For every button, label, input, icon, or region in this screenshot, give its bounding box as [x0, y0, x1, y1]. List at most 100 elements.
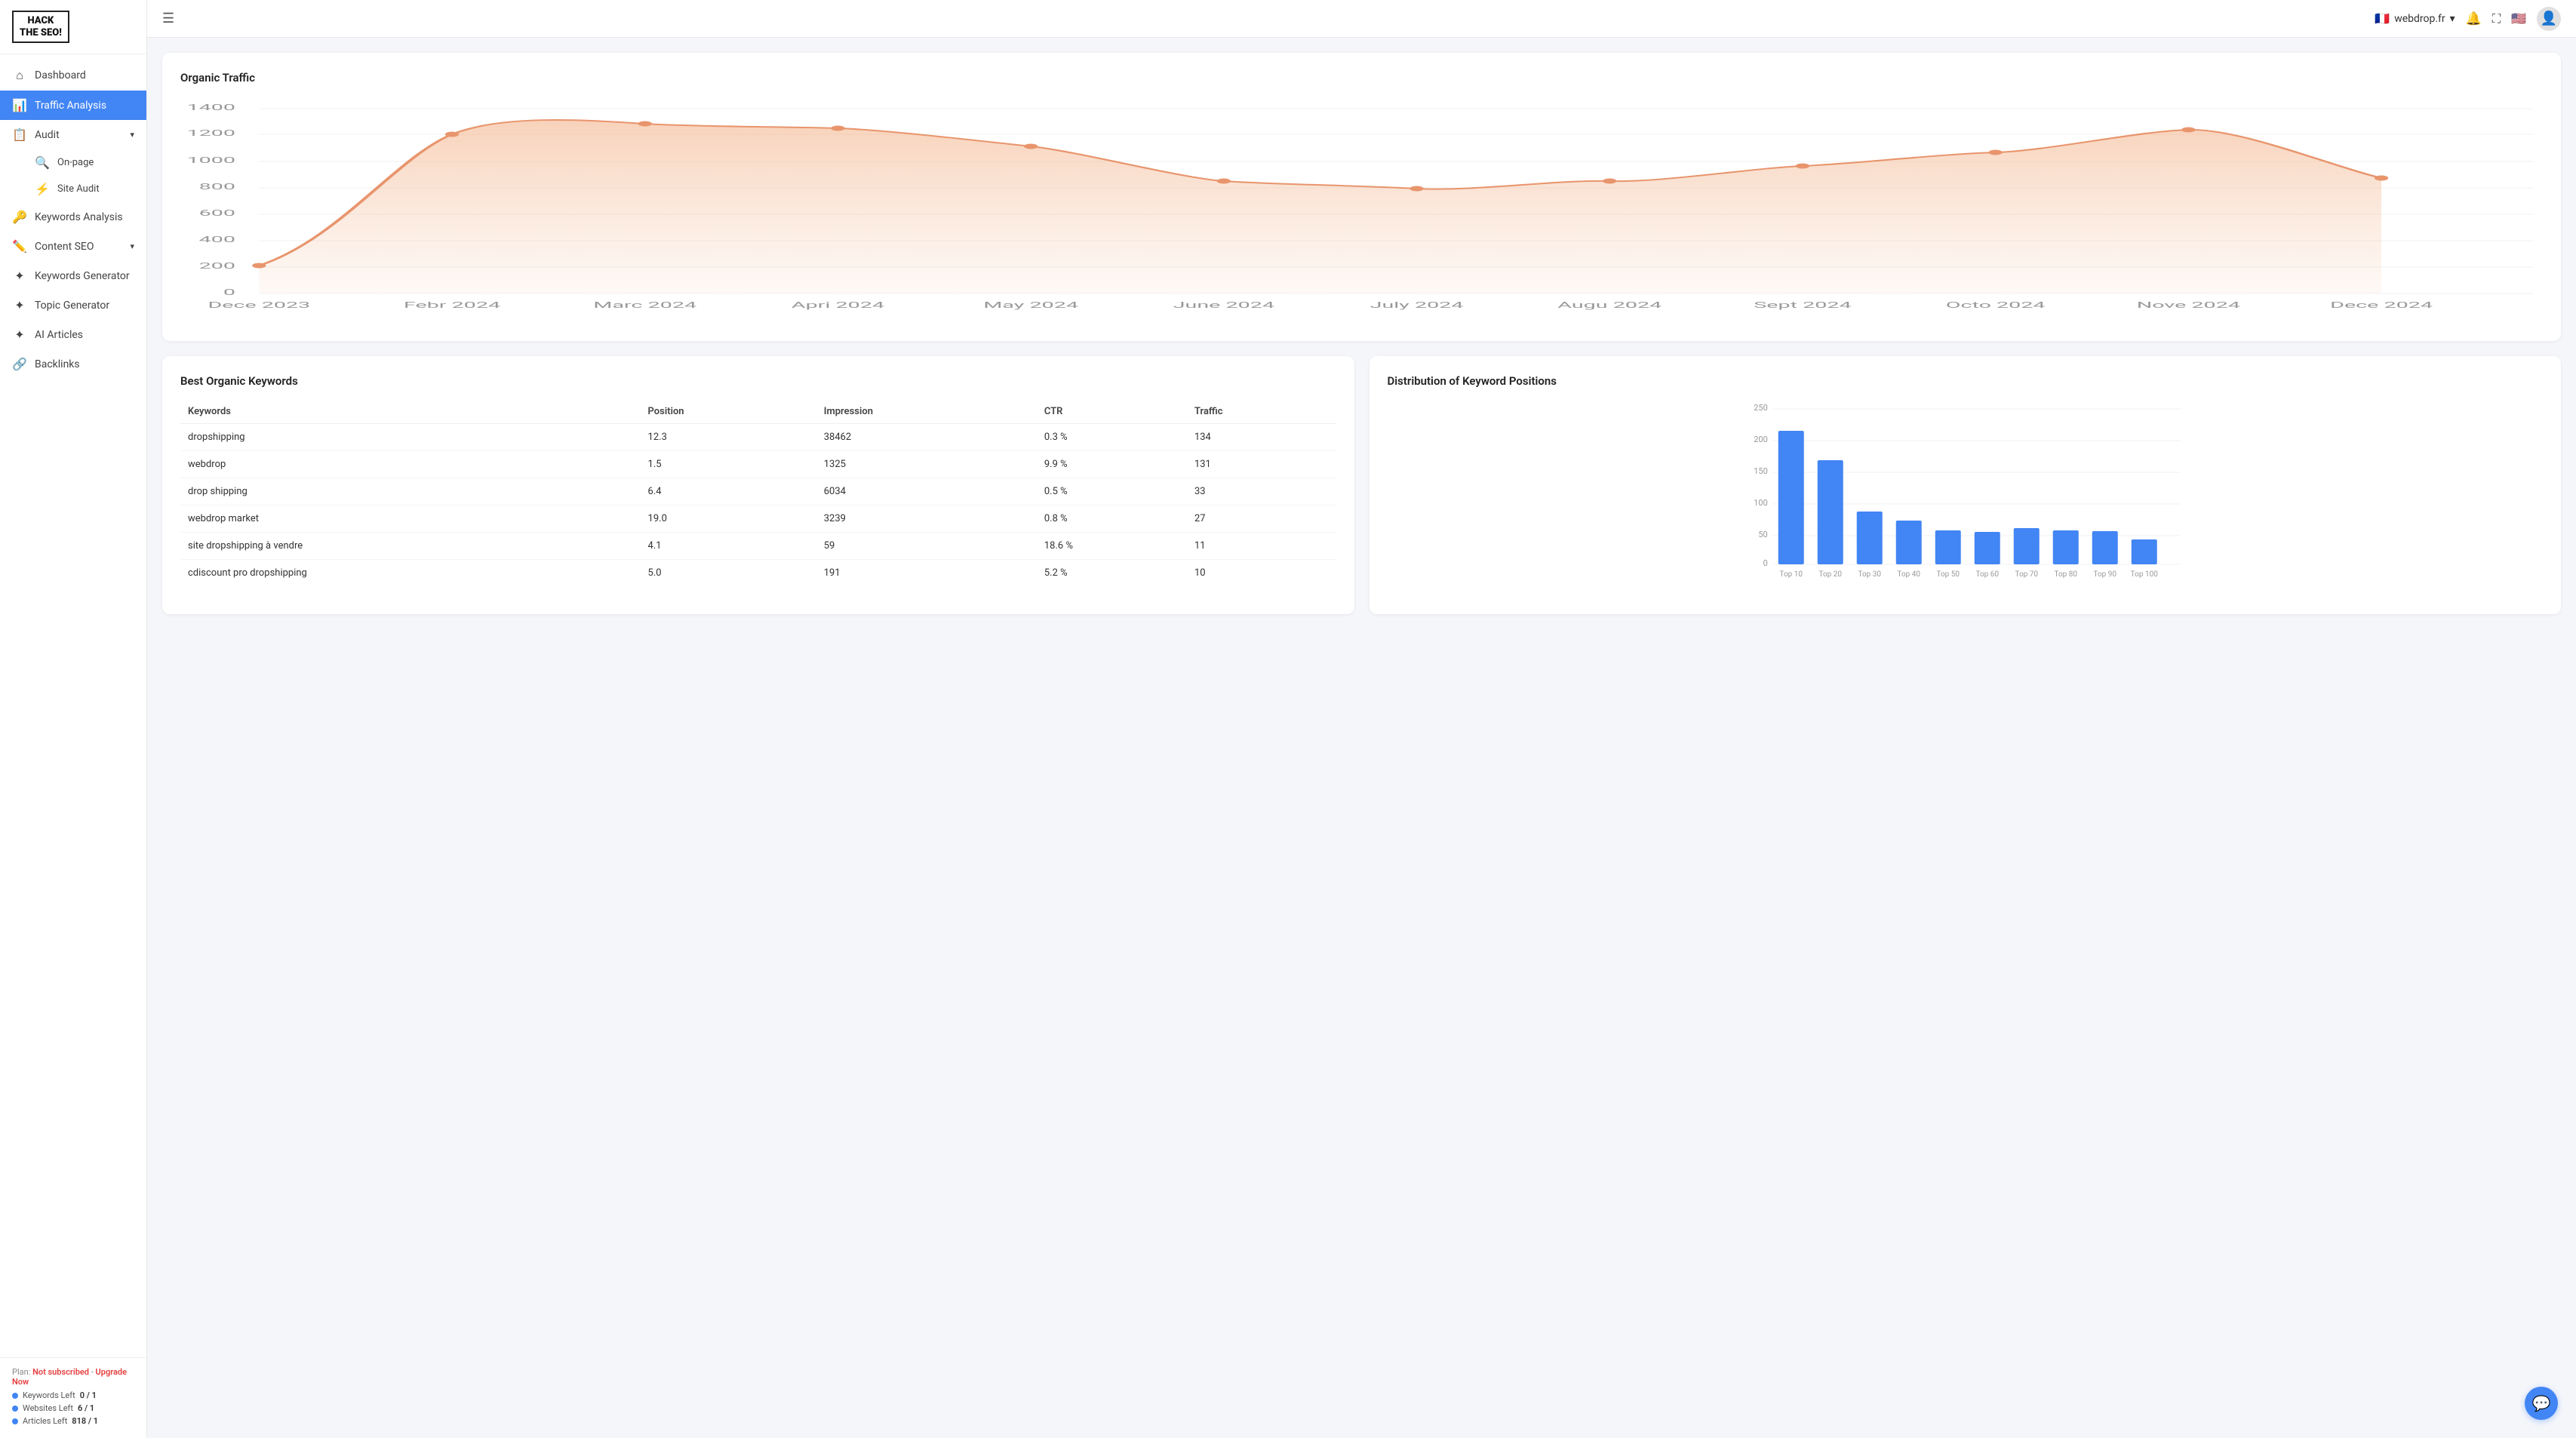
- svg-text:Top 90: Top 90: [2093, 570, 2116, 579]
- nav-label-traffic-analysis: Traffic Analysis: [35, 100, 106, 112]
- cell-impression: 59: [816, 533, 1037, 560]
- keywords-table-head: Keywords Position Impression CTR Traffic: [180, 400, 1336, 424]
- distribution-title: Distribution of Keyword Positions: [1388, 374, 2544, 388]
- organic-traffic-chart: 1400 1200 1000 800 600 400 200 0: [180, 97, 2543, 323]
- sidebar-nav: ⌂Dashboard 📊 Traffic Analysis 📋Audit▾🔍On-pa…: [0, 54, 146, 1357]
- footer-stat-websites-left: Websites Left 6 / 1: [12, 1403, 134, 1413]
- site-selector[interactable]: 🇫🇷 webdrop.fr ▾: [2375, 11, 2455, 26]
- svg-text:Top 70: Top 70: [2015, 570, 2038, 579]
- topbar-right: 🇫🇷 webdrop.fr ▾ 🔔 ⛶ 🇺🇸 👤: [2375, 7, 2561, 31]
- footer-stat-articles-left: Articles Left 818 / 1: [12, 1416, 134, 1426]
- cell-position: 1.5: [641, 451, 816, 478]
- sidebar-item-on-page[interactable]: 🔍On-page: [35, 149, 146, 176]
- avatar[interactable]: 👤: [2537, 7, 2561, 31]
- nav-icon-backlinks: 🔗: [12, 357, 27, 371]
- nav-icon-ai-articles: ✦: [12, 327, 27, 342]
- us-flag-icon: 🇺🇸: [2511, 11, 2526, 26]
- cell-position: 4.1: [641, 533, 816, 560]
- cell-keyword: drop shipping: [180, 478, 641, 505]
- cell-traffic: 27: [1187, 505, 1336, 533]
- sidebar-item-audit[interactable]: 📋Audit▾: [0, 120, 146, 149]
- table-row: webdrop 1.5 1325 9.9 % 131: [180, 451, 1336, 478]
- best-keywords-title: Best Organic Keywords: [180, 374, 1336, 388]
- col-position: Position: [641, 400, 816, 424]
- cell-traffic: 134: [1187, 424, 1336, 451]
- stat-dot: [12, 1418, 18, 1424]
- sidebar-item-keywords-generator[interactable]: ✦Keywords Generator: [0, 261, 146, 290]
- svg-text:Augu 2024: Augu 2024: [1557, 300, 1661, 310]
- cell-position: 12.3: [641, 424, 816, 451]
- cell-impression: 6034: [816, 478, 1037, 505]
- distribution-chart-svg: 250 200 150 100 50 0: [1388, 400, 2544, 596]
- stat-label: Articles Left: [23, 1416, 67, 1426]
- cell-traffic: 10: [1187, 560, 1336, 587]
- nav-label-content-seo: Content SEO: [35, 241, 94, 253]
- cell-position: 19.0: [641, 505, 816, 533]
- svg-text:800: 800: [199, 182, 235, 192]
- keywords-table: Keywords Position Impression CTR Traffic…: [180, 400, 1336, 586]
- sidebar-item-traffic-analysis[interactable]: 📊 Traffic Analysis: [0, 91, 146, 120]
- sidebar-footer: Plan: Not subscribed - Upgrade Now Keywo…: [0, 1357, 146, 1438]
- chat-bubble[interactable]: 💬: [2525, 1387, 2558, 1420]
- nav-icon-dashboard: ⌂: [12, 68, 27, 83]
- svg-text:Top 80: Top 80: [2054, 570, 2077, 579]
- stat-value: 818 / 1: [72, 1416, 98, 1426]
- table-row: webdrop market 19.0 3239 0.8 % 27: [180, 505, 1336, 533]
- cell-traffic: 33: [1187, 478, 1336, 505]
- svg-text:200: 200: [199, 261, 235, 271]
- sidebar-item-topic-generator[interactable]: ✦Topic Generator: [0, 290, 146, 320]
- footer-stat-keywords-left: Keywords Left 0 / 1: [12, 1390, 134, 1400]
- sidebar-item-ai-articles[interactable]: ✦AI Articles: [0, 320, 146, 349]
- bottom-row: Best Organic Keywords Keywords Position …: [162, 356, 2561, 629]
- cell-ctr: 5.2 %: [1037, 560, 1187, 587]
- svg-text:Sept 2024: Sept 2024: [1754, 300, 1851, 310]
- main-content: ☰ 🇫🇷 webdrop.fr ▾ 🔔 ⛶ 🇺🇸 👤 Organic Traff…: [147, 0, 2576, 1438]
- cell-ctr: 0.8 %: [1037, 505, 1187, 533]
- svg-text:0: 0: [223, 287, 235, 297]
- svg-text:Top 100: Top 100: [2130, 570, 2158, 579]
- table-row: cdiscount pro dropshipping 5.0 191 5.2 %…: [180, 560, 1336, 587]
- menu-icon[interactable]: ☰: [162, 11, 174, 26]
- cell-impression: 38462: [816, 424, 1037, 451]
- nav-label-site-audit: Site Audit: [57, 183, 100, 195]
- keywords-table-body: dropshipping 12.3 38462 0.3 % 134 webdro…: [180, 424, 1336, 587]
- svg-text:200: 200: [1754, 435, 1768, 444]
- cell-ctr: 18.6 %: [1037, 533, 1187, 560]
- cell-ctr: 0.3 %: [1037, 424, 1187, 451]
- cell-impression: 1325: [816, 451, 1037, 478]
- cell-traffic: 11: [1187, 533, 1336, 560]
- best-keywords-card: Best Organic Keywords Keywords Position …: [162, 356, 1354, 614]
- plan-info: Plan: Not subscribed - Upgrade Now: [12, 1367, 134, 1387]
- sidebar-logo: HACK THE SEO!: [0, 0, 146, 54]
- col-traffic: Traffic: [1187, 400, 1336, 424]
- cell-ctr: 0.5 %: [1037, 478, 1187, 505]
- notifications-icon[interactable]: 🔔: [2466, 11, 2482, 26]
- sidebar-item-keywords-analysis[interactable]: 🔑Keywords Analysis: [0, 202, 146, 232]
- cell-keyword: dropshipping: [180, 424, 641, 451]
- nav-label-keywords-analysis: Keywords Analysis: [35, 211, 123, 223]
- distribution-card: Distribution of Keyword Positions 250 20…: [1369, 356, 2562, 614]
- svg-text:150: 150: [1754, 466, 1768, 476]
- stat-dot: [12, 1406, 18, 1412]
- stat-label: Keywords Left: [23, 1390, 75, 1400]
- stat-dot: [12, 1393, 18, 1399]
- svg-text:Dece 2023: Dece 2023: [207, 300, 310, 310]
- stat-value: 6 / 1: [78, 1403, 94, 1413]
- svg-text:400: 400: [199, 235, 235, 244]
- svg-text:Top 50: Top 50: [1936, 570, 1960, 579]
- sidebar-item-dashboard[interactable]: ⌂Dashboard: [0, 60, 146, 91]
- nav-icon-keywords-generator: ✦: [12, 269, 27, 283]
- svg-text:June 2024: June 2024: [1173, 300, 1274, 310]
- sidebar-item-site-audit[interactable]: ⚡Site Audit: [35, 176, 146, 202]
- svg-text:1200: 1200: [187, 128, 235, 138]
- sidebar-item-backlinks[interactable]: 🔗Backlinks: [0, 349, 146, 379]
- nav-icon-traffic-analysis: 📊: [12, 98, 27, 112]
- sidebar-item-content-seo[interactable]: ✏️Content SEO▾: [0, 232, 146, 261]
- sidebar: HACK THE SEO! ⌂Dashboard 📊 Traffic Analysi…: [0, 0, 147, 1438]
- fullscreen-icon[interactable]: ⛶: [2492, 11, 2501, 26]
- france-flag-icon: 🇫🇷: [2375, 11, 2390, 26]
- chevron-icon-audit: ▾: [130, 130, 134, 140]
- nav-icon-content-seo: ✏️: [12, 239, 27, 253]
- table-row: drop shipping 6.4 6034 0.5 % 33: [180, 478, 1336, 505]
- cell-keyword: webdrop: [180, 451, 641, 478]
